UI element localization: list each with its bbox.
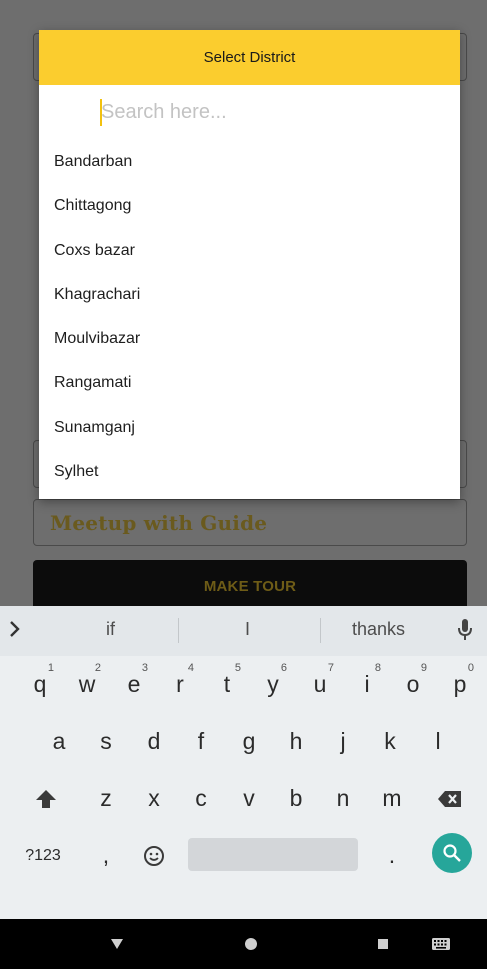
key-hint: 2 (94, 662, 101, 674)
backspace-icon[interactable] (428, 770, 472, 827)
key-hint: 5 (234, 662, 241, 674)
key-label: y (267, 671, 279, 697)
key-hint: 4 (187, 662, 194, 674)
suggestion-bar: if I thanks (0, 606, 487, 656)
key[interactable]: k (370, 713, 410, 770)
symbols-key[interactable]: ?123 (18, 827, 68, 884)
district-item[interactable]: Sunamganj (39, 406, 460, 450)
key[interactable]: j (323, 713, 363, 770)
key[interactable]: c (181, 770, 221, 827)
key-hint: 0 (467, 662, 474, 674)
key[interactable]: x (134, 770, 174, 827)
key-label: q (33, 671, 47, 697)
key-hint: 3 (141, 662, 148, 674)
key[interactable]: m (370, 770, 414, 827)
district-item[interactable]: Khagrachari (39, 273, 460, 317)
soft-keyboard: if I thanks q1 w2 e3 r4 t5 y6 u7 i8 o9 p… (0, 606, 487, 919)
key-hint: 6 (280, 662, 287, 674)
key[interactable]: w2 (67, 656, 107, 713)
key[interactable]: g (229, 713, 269, 770)
key[interactable]: l (418, 713, 458, 770)
key-hint: 1 (47, 662, 54, 674)
period-key[interactable]: . (370, 827, 414, 884)
chevron-right-icon[interactable] (8, 620, 20, 644)
mic-icon[interactable] (457, 618, 473, 647)
meetup-field: Meetup with Guide (33, 499, 467, 546)
suggestion-item[interactable]: thanks (352, 619, 405, 640)
make-tour-button: MAKE TOUR (33, 560, 467, 612)
system-nav-bar (0, 919, 487, 969)
dialog-title: Select District (39, 30, 460, 85)
key[interactable]: t5 (207, 656, 247, 713)
key[interactable]: p0 (440, 656, 480, 713)
district-item[interactable]: Chittagong (39, 184, 460, 228)
key-row-4: ?123 , . (0, 827, 487, 884)
recents-square-icon[interactable] (366, 919, 400, 969)
key[interactable]: h (276, 713, 316, 770)
key[interactable]: o9 (393, 656, 433, 713)
district-list: Bandarban Chittagong Coxs bazar Khagrach… (39, 140, 460, 494)
key-hint: 9 (420, 662, 427, 674)
select-district-dialog: Select District Bandarban Chittagong Cox… (39, 30, 460, 499)
key[interactable]: i8 (347, 656, 387, 713)
key[interactable]: y6 (253, 656, 293, 713)
back-triangle-icon[interactable] (100, 919, 134, 969)
district-item[interactable]: Sylhet (39, 450, 460, 494)
suggestion-item[interactable]: if (106, 619, 115, 640)
district-item[interactable]: Coxs bazar (39, 229, 460, 273)
key[interactable]: z (86, 770, 126, 827)
key[interactable]: f (181, 713, 221, 770)
key-label: o (406, 671, 420, 697)
key[interactable]: e3 (114, 656, 154, 713)
key-label: w (78, 671, 96, 697)
key[interactable]: n (323, 770, 363, 827)
comma-key[interactable]: , (86, 827, 126, 884)
district-item[interactable]: Rangamati (39, 361, 460, 405)
key-label: r (176, 671, 184, 697)
key-row-1: q1 w2 e3 r4 t5 y6 u7 i8 o9 p0 (0, 656, 487, 713)
suggestion-divider (320, 618, 321, 643)
emoji-icon[interactable] (134, 827, 174, 884)
key-label: p (453, 671, 467, 697)
space-bar[interactable] (188, 838, 358, 871)
keyboard-icon[interactable] (424, 919, 458, 969)
search-icon[interactable] (432, 833, 472, 873)
shift-icon[interactable] (24, 770, 68, 827)
meetup-label: Meetup with Guide (50, 510, 268, 535)
key[interactable]: v (229, 770, 269, 827)
suggestion-item[interactable]: I (245, 619, 250, 640)
district-item[interactable]: Moulvibazar (39, 317, 460, 361)
key[interactable]: u7 (300, 656, 340, 713)
suggestion-divider (178, 618, 179, 643)
district-item[interactable]: Bandarban (39, 140, 460, 184)
key-row-3: z x c v b n m (0, 770, 487, 827)
home-circle-icon[interactable] (234, 919, 268, 969)
key-label: t (223, 671, 231, 697)
key[interactable]: b (276, 770, 316, 827)
key-hint: 8 (374, 662, 381, 674)
key[interactable]: d (134, 713, 174, 770)
key-label: e (127, 671, 141, 697)
key[interactable]: q1 (20, 656, 60, 713)
key[interactable]: r4 (160, 656, 200, 713)
key[interactable]: s (86, 713, 126, 770)
key-label: i (364, 671, 370, 697)
key[interactable]: a (39, 713, 79, 770)
key-hint: 7 (327, 662, 334, 674)
key-label: u (313, 671, 327, 697)
key-row-2: a s d f g h j k l (0, 713, 487, 770)
search-input[interactable] (101, 95, 431, 129)
search-row (39, 85, 460, 140)
